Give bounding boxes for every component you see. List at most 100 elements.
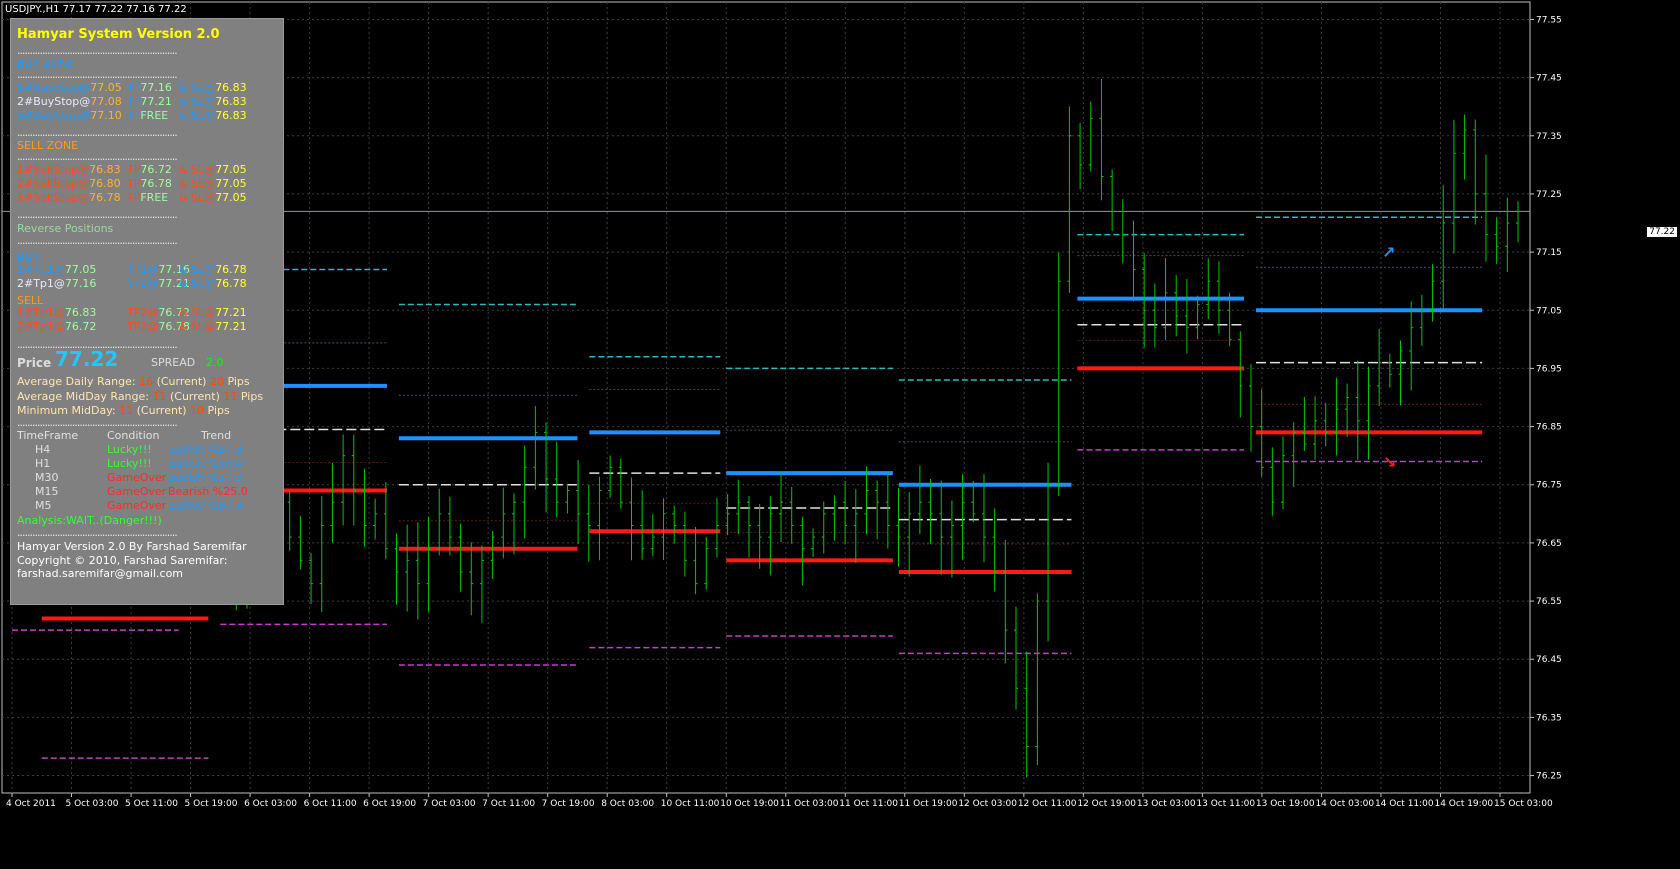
position-sl: & SL@76.78: [179, 263, 247, 276]
position-entry: 1#Tp1@76.83: [17, 306, 97, 319]
position-sl-val: 77.05: [215, 163, 247, 176]
separator: ........................................…: [17, 44, 178, 57]
spread-label: SPREAD: [151, 356, 196, 369]
position-sl-val: 76.78: [215, 277, 247, 290]
position-tp: TP76.78: [127, 177, 172, 190]
x-tick-label: 14 Oct 19:00: [1434, 799, 1493, 809]
x-tick-label: 10 Oct 19:00: [720, 799, 779, 809]
position-entry: 2#BuyStop@77.08: [17, 95, 122, 108]
position-sl-val: 76.83: [215, 95, 247, 108]
position-sl: & SL@76.83: [179, 109, 247, 122]
footer-email: farshad.saremifar@gmail.com: [17, 567, 184, 580]
position-sl: & SL@77.21: [179, 306, 247, 319]
separator: ........................................…: [17, 68, 178, 81]
current-price-tag: 77.22: [1647, 227, 1677, 237]
price-label: Price: [17, 356, 52, 370]
x-tick-label: 6 Oct 11:00: [304, 799, 357, 809]
x-tick-label: 11 Oct 03:00: [780, 799, 839, 809]
position-tp-val: FREE: [140, 191, 169, 204]
position-sl-val: 77.21: [215, 306, 247, 319]
separator: ........................................…: [17, 416, 178, 429]
position-sl-val: 76.83: [215, 81, 247, 94]
y-tick-label: 76.25: [1536, 772, 1562, 782]
y-tick-label: 77.35: [1536, 132, 1562, 142]
footer-copyright: Copyright © 2010, Farshad Saremifar:: [17, 554, 228, 567]
timeframe-tf: M5: [35, 499, 52, 512]
position-sl-val: 77.05: [215, 191, 247, 204]
position-entry-price: 77.16: [64, 277, 97, 290]
x-tick-label: 14 Oct 03:00: [1315, 799, 1374, 809]
position-entry-price: 77.10: [90, 109, 122, 122]
x-tick-label: 8 Oct 03:00: [601, 799, 654, 809]
position-entry-price: 77.05: [64, 263, 97, 276]
timeframe-trend: Bullish %37.5: [168, 471, 243, 484]
position-entry: 1#SellStop@76.83: [17, 163, 121, 176]
timeframe-cond: Lucky!!!: [107, 443, 152, 456]
y-tick-label: 77.25: [1536, 190, 1562, 200]
position-sl: & SL@77.21: [179, 320, 247, 333]
position-entry-price: 76.83: [89, 163, 121, 176]
separator: ........................................…: [17, 234, 178, 247]
x-tick-label: 15 Oct 03:00: [1494, 799, 1553, 809]
y-tick-label: 77.15: [1536, 248, 1562, 258]
y-tick-label: 76.85: [1536, 423, 1562, 433]
x-tick-label: 6 Oct 03:00: [244, 799, 297, 809]
timeframe-trend: Bullish %87.5: [168, 499, 243, 512]
timeframe-cond: GameOver: [107, 471, 167, 484]
tf-header-condition: Condition: [107, 429, 160, 442]
timeframe-tf: H1: [35, 457, 51, 470]
x-tick-label: 13 Oct 03:00: [1137, 799, 1196, 809]
position-entry: 2#SellStop@76.80: [17, 177, 121, 190]
position-sl-val: 76.83: [215, 109, 247, 122]
position-tp: TPFREE: [127, 109, 169, 122]
adr-row: Average Daily Range: 16 (Current) 20 Pip…: [17, 375, 250, 388]
x-tick-label: 11 Oct 19:00: [899, 799, 958, 809]
timeframe-tf: H4: [35, 443, 51, 456]
position-sl: & SL@77.05: [179, 191, 247, 204]
position-sl: & SL@76.83: [179, 81, 247, 94]
y-tick-label: 77.05: [1536, 306, 1562, 316]
timeframe-cond: Lucky!!!: [107, 457, 152, 470]
x-tick-label: 11 Oct 11:00: [839, 799, 898, 809]
position-tp-val: 76.72: [140, 163, 172, 176]
y-tick-label: 77.45: [1536, 74, 1562, 84]
separator: ........................................…: [17, 150, 178, 163]
position-tp-val: FREE: [140, 109, 169, 122]
timeframe-tf: M30: [35, 471, 59, 484]
y-tick-label: 76.75: [1536, 481, 1562, 491]
position-entry: 2#Tp1@76.72: [17, 320, 97, 333]
x-tick-label: 12 Oct 03:00: [958, 799, 1017, 809]
position-tp-val: 77.21: [140, 95, 172, 108]
position-entry: 1#BuyStop@77.05: [17, 81, 122, 94]
y-tick-label: 77.55: [1536, 15, 1562, 25]
x-tick-label: 7 Oct 11:00: [482, 799, 535, 809]
position-sl: & SL@76.83: [179, 95, 247, 108]
position-sl-val: 77.21: [215, 320, 247, 333]
position-tp: TPFREE: [127, 191, 169, 204]
separator: ........................................…: [17, 526, 178, 539]
amr-row: Average MidDay Range: 11 (Current) 11 Pi…: [17, 390, 264, 403]
position-entry-price: 76.78: [89, 191, 121, 204]
footer-author: Hamyar Version 2.0 By Farshad Saremifar: [17, 540, 247, 553]
timeframe-trend: Bearish %25.0: [168, 485, 248, 498]
position-entry: 2#Tp1@77.16: [17, 277, 97, 290]
position-entry-price: 77.08: [90, 95, 122, 108]
x-tick-label: 10 Oct 11:00: [661, 799, 720, 809]
x-tick-label: 6 Oct 19:00: [363, 799, 416, 809]
position-sl-val: 77.05: [215, 177, 247, 190]
x-tick-label: 5 Oct 19:00: [185, 799, 238, 809]
position-entry-price: 76.72: [64, 320, 97, 333]
position-sl: & SL@77.05: [179, 163, 247, 176]
x-tick-label: 14 Oct 11:00: [1375, 799, 1434, 809]
x-tick-label: 5 Oct 11:00: [125, 799, 178, 809]
x-tick-label: 4 Oct 2011: [6, 799, 56, 809]
position-entry: 3#SellStop@76.78: [17, 191, 121, 204]
y-tick-label: 76.95: [1536, 364, 1562, 374]
position-entry: 1#Tp1@77.05: [17, 263, 97, 276]
position-entry-price: 77.05: [90, 81, 122, 94]
tf-header-timeframe: TimeFrame: [17, 429, 79, 442]
sell-signal-arrow-icon: ↘: [1383, 452, 1396, 471]
position-tp: TP77.16: [127, 81, 172, 94]
y-tick-label: 76.45: [1536, 655, 1562, 665]
buy-signal-arrow-icon: ↗: [1382, 243, 1395, 262]
